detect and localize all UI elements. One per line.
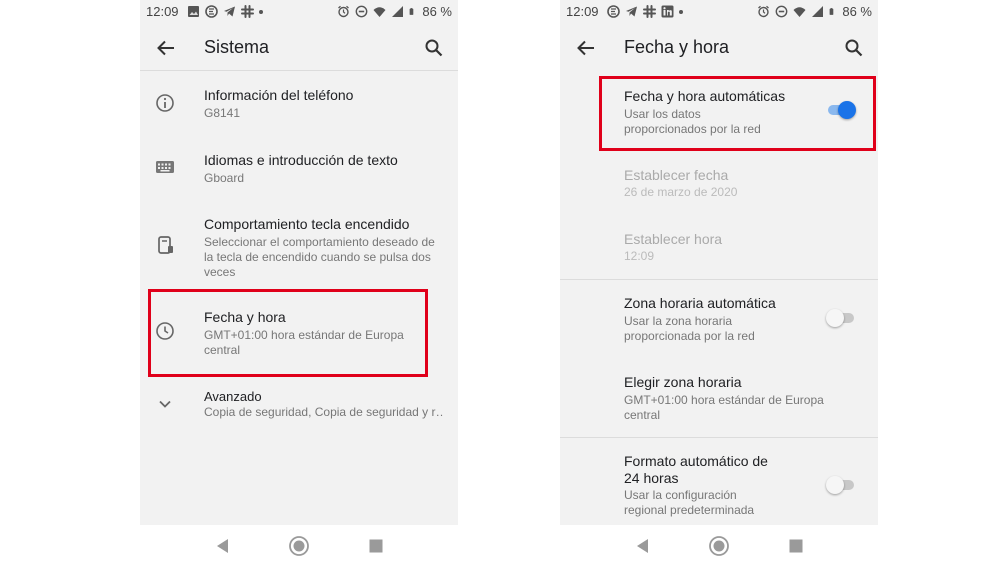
item-title: Avanzado <box>204 389 262 404</box>
status-bar: 12:09 86 % <box>140 0 458 24</box>
wifi-icon <box>373 7 386 17</box>
page-title: Fecha y hora <box>624 37 730 57</box>
telegram-icon <box>626 6 637 17</box>
settings-item-power-key[interactable]: Comportamiento tecla encendido Seleccion… <box>140 200 458 288</box>
item-subtitle: GMT+01:00 hora estándar de Europa centra… <box>624 393 824 422</box>
battery-icon <box>409 7 414 15</box>
item-title: Establecer fecha <box>624 167 729 183</box>
signal-icon <box>812 6 824 17</box>
auto-time-zone-toggle[interactable] <box>826 308 856 328</box>
setting-set-date: Establecer fecha 26 de marzo de 2020 <box>560 150 878 210</box>
slack-icon <box>241 5 254 18</box>
nav-home-icon[interactable] <box>708 535 730 557</box>
item-subtitle: Usar la zona horaria proporcionada por l… <box>624 314 755 343</box>
nav-recents-icon[interactable] <box>785 535 807 557</box>
item-title: Elegir zona horaria <box>624 374 742 390</box>
status-time: 12:09 <box>146 4 179 19</box>
item-title: Zona horaria automática <box>624 295 776 311</box>
item-subtitle: G8141 <box>204 106 241 120</box>
nav-back-icon[interactable] <box>632 535 654 557</box>
setting-24h-format[interactable]: Formato automático de 24 horas Usar la c… <box>560 440 878 524</box>
search-icon[interactable] <box>842 36 866 60</box>
item-subtitle: 12:09 <box>624 249 655 263</box>
page-title: Sistema <box>204 37 270 57</box>
item-title: Información del teléfono <box>204 87 354 103</box>
battery-percent: 86 % <box>422 4 452 19</box>
chevron-down-icon <box>159 400 171 408</box>
alarm-icon <box>758 5 770 18</box>
keyboard-icon <box>156 161 174 173</box>
alarm-icon <box>338 5 350 18</box>
format-24h-toggle[interactable] <box>826 475 856 495</box>
telegram-icon <box>224 6 235 17</box>
image-notification-icon <box>188 6 199 17</box>
left-screen: 12:09 86 % Sistema Información del teléf… <box>140 0 458 567</box>
do-not-disturb-icon <box>775 5 788 18</box>
info-icon <box>156 94 174 112</box>
battery-percent: 86 % <box>842 4 872 19</box>
nav-back-icon[interactable] <box>212 535 234 557</box>
wifi-icon <box>793 7 806 17</box>
setting-auto-time-zone[interactable]: Zona horaria automática Usar la zona hor… <box>560 282 878 350</box>
app-toolbar: Fecha y hora <box>560 24 878 70</box>
linkedin-icon <box>661 5 674 18</box>
nav-home-icon[interactable] <box>288 535 310 557</box>
toolbar-divider <box>140 70 458 71</box>
status-bar: 12:09 86 % <box>560 0 878 24</box>
status-time: 12:09 <box>566 4 599 19</box>
section-divider <box>560 437 878 438</box>
app-notification-icon <box>607 5 620 18</box>
search-icon[interactable] <box>422 36 446 60</box>
item-title: Comportamiento tecla encendido <box>204 216 410 232</box>
settings-item-languages[interactable]: Idiomas e introducción de texto Gboard <box>140 136 458 198</box>
settings-item-advanced[interactable]: Avanzado Copia de seguridad, Copia de se… <box>140 380 458 430</box>
nav-recents-icon[interactable] <box>365 535 387 557</box>
battery-icon <box>829 7 834 15</box>
item-title: Establecer hora <box>624 231 723 247</box>
setting-set-time: Establecer hora 12:09 <box>560 214 878 274</box>
app-notification-icon <box>205 5 218 18</box>
setting-choose-time-zone[interactable]: Elegir zona horaria GMT+01:00 hora están… <box>560 360 878 432</box>
item-title: Formato automático de 24 horas <box>624 453 768 486</box>
back-arrow-icon[interactable] <box>154 36 178 60</box>
power-key-icon <box>158 236 173 254</box>
item-subtitle: Seleccionar el comportamiento deseado de… <box>204 235 435 279</box>
item-subtitle: Copia de seguridad, Copia de seguridad y… <box>204 405 444 419</box>
item-title: Idiomas e introducción de texto <box>204 152 398 168</box>
app-toolbar: Sistema <box>140 24 458 70</box>
right-screen: 12:09 86 % Fecha y hora Fecha y hora aut… <box>560 0 878 567</box>
section-divider <box>560 279 878 280</box>
item-subtitle: Usar la configuración regional predeterm… <box>624 488 755 517</box>
navigation-bar <box>140 525 458 567</box>
highlight-box-auto-date-time <box>599 76 876 151</box>
highlight-box-date-time <box>148 289 428 377</box>
more-notifications-dot <box>679 9 683 14</box>
back-arrow-icon[interactable] <box>574 36 598 60</box>
do-not-disturb-icon <box>355 5 368 18</box>
slack-icon <box>643 5 656 18</box>
settings-item-phone-info[interactable]: Información del teléfono G8141 <box>140 72 458 134</box>
item-subtitle: 26 de marzo de 2020 <box>624 185 738 199</box>
more-notifications-dot <box>259 9 263 14</box>
navigation-bar <box>560 525 878 567</box>
item-subtitle: Gboard <box>204 171 245 185</box>
signal-icon <box>392 6 404 17</box>
